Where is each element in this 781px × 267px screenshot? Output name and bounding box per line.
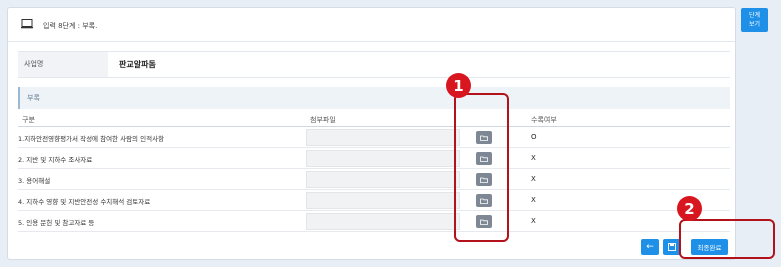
prev-button[interactable]: ← <box>641 239 659 255</box>
row-status: X <box>531 196 536 204</box>
file-input[interactable] <box>306 213 460 230</box>
row-name: 1.지하안전영향평가서 작성에 참여한 사람의 인적사항 <box>18 135 165 143</box>
file-input[interactable] <box>306 192 460 209</box>
row-name: 4. 지하수 영향 및 지반안전성 수치해석 검토자료 <box>18 198 151 206</box>
annotation-badge-2: 2 <box>677 196 702 221</box>
view-steps-label-2: 보기 <box>748 21 761 28</box>
page-title: 입력 8단계 : 부록. <box>43 22 98 30</box>
save-icon <box>668 243 676 251</box>
business-name-value: 판교알파돔 <box>119 60 156 69</box>
step-header: 입력 8단계 : 부록. <box>8 8 735 42</box>
header-included: 수록여부 <box>531 116 557 124</box>
view-steps-button[interactable]: 단계 보기 <box>741 8 768 32</box>
table-header: 구분 첨부파일 수록여부 <box>18 111 730 127</box>
row-name: 2. 지반 및 지하수 조사자료 <box>18 156 93 164</box>
header-category: 구분 <box>22 116 35 124</box>
table-row: 4. 지하수 영향 및 지반안전성 수치해석 검토자료 X <box>18 190 730 211</box>
file-input[interactable] <box>306 129 460 146</box>
business-name-row: 사업명 판교알파돔 <box>18 51 730 78</box>
row-status: X <box>531 175 536 183</box>
highlight-box-1 <box>454 93 509 242</box>
row-status: O <box>531 133 537 141</box>
annotation-badge-1: 1 <box>446 73 471 98</box>
arrow-left-icon: ← <box>646 242 654 252</box>
file-input[interactable] <box>306 150 460 167</box>
view-steps-label-1: 단계 <box>748 12 761 19</box>
row-status: X <box>531 217 536 225</box>
table-row: 2. 지반 및 지하수 조사자료 X <box>18 148 730 169</box>
file-input[interactable] <box>306 171 460 188</box>
row-name: 5. 인용 문헌 및 참고자료 등 <box>18 219 95 227</box>
row-status: X <box>531 154 536 162</box>
business-name-label: 사업명 <box>18 52 108 77</box>
monitor-icon <box>21 19 33 31</box>
appendix-section-title: 부록 <box>18 87 730 109</box>
table-row: 1.지하안전영향평가서 작성에 참여한 사람의 인적사항 O <box>18 127 730 148</box>
main-panel: 입력 8단계 : 부록. 사업명 판교알파돔 부록 구분 첨부파일 수록여부 1… <box>7 7 736 260</box>
header-attachment: 첨부파일 <box>310 116 336 124</box>
table-row: 5. 인용 문헌 및 참고자료 등 X <box>18 211 730 232</box>
table-row: 3. 용어해설 X <box>18 169 730 190</box>
highlight-box-2 <box>679 219 775 259</box>
row-name: 3. 용어해설 <box>18 177 51 185</box>
